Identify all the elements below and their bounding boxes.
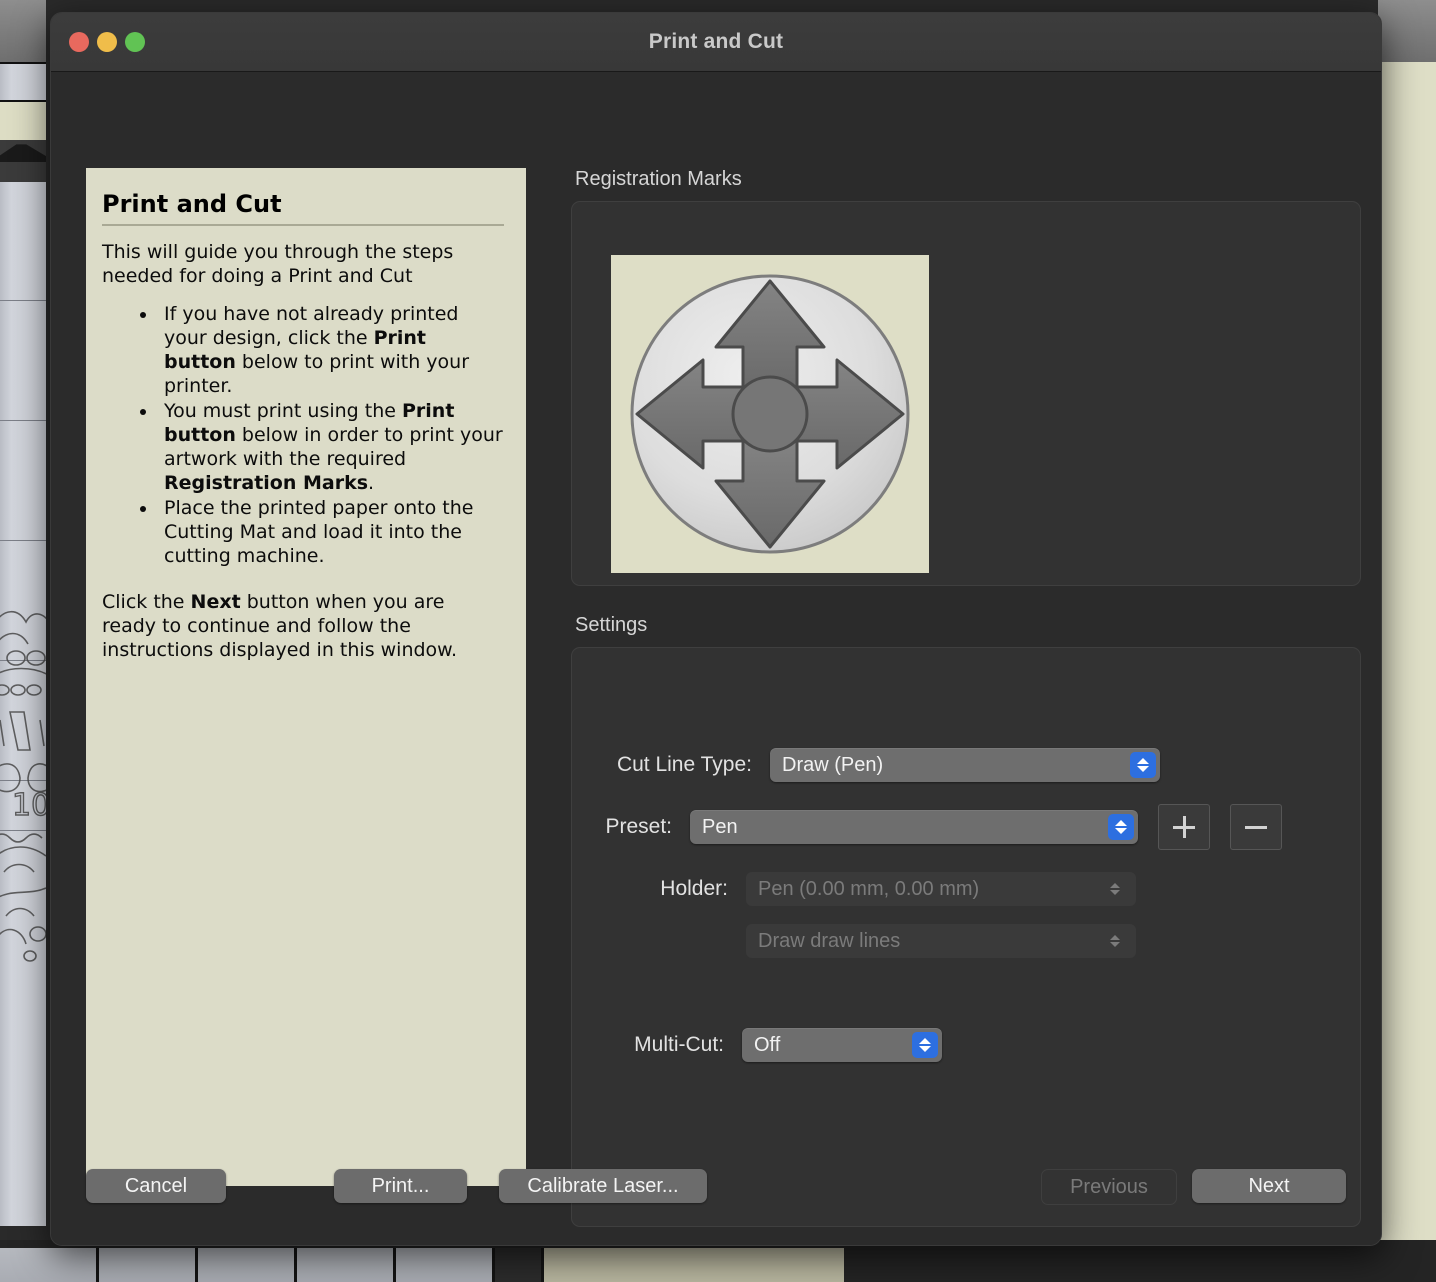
multi-cut-value: Off [754,1033,781,1056]
chevron-updown-icon [1102,876,1128,902]
preset-select[interactable]: Pen [690,810,1138,844]
instructions-panel: Print and Cut This will guide you throug… [86,168,526,1186]
line-mode-row: Draw draw lines [572,924,1360,958]
dpad-registration-mark-preview [611,255,929,573]
line-mode-select: Draw draw lines [746,924,1136,958]
background-gridline [0,300,46,301]
list-item: If you have not already printed your des… [158,302,504,398]
chevron-updown-icon [1102,928,1128,954]
dialog-titlebar: Print and Cut [51,13,1381,72]
registration-marks-group [571,201,1361,586]
settings-label: Settings [575,614,648,636]
cut-line-type-label: Cut Line Type: [616,753,752,776]
background-toolbar-cell [396,1248,495,1282]
chevron-updown-icon[interactable] [1130,752,1156,778]
background-toolbar-cells [0,1248,844,1282]
background-artwork: 10 [0,600,46,970]
background-gridline [0,540,46,541]
cut-line-type-select[interactable]: Draw (Pen) [770,748,1160,782]
background-toolbar-cell [495,1248,544,1282]
calibrate-laser-button[interactable]: Calibrate Laser... [499,1169,707,1203]
line-mode-value: Draw draw lines [758,929,901,952]
instructions-intro: This will guide you through the steps ne… [102,241,454,287]
cut-line-type-value: Draw (Pen) [782,753,884,776]
remove-preset-button[interactable] [1230,804,1282,850]
multi-cut-row: Multi-Cut: Off [572,1028,1360,1062]
background-ruler-right [1378,0,1436,64]
next-button[interactable]: Next [1192,1169,1346,1203]
holder-row: Holder: Pen (0.00 mm, 0.00 mm) [572,872,1360,906]
list-item: You must print using the Print button be… [158,399,504,495]
window-controls [69,32,145,52]
plus-icon [1173,816,1195,838]
background-toolbar-cell [544,1248,844,1282]
minimize-window-icon[interactable] [97,32,117,52]
dialog-body: Print and Cut This will guide you throug… [51,72,1381,1245]
print-and-cut-dialog: Print and Cut Print and Cut This will gu… [50,12,1382,1246]
close-window-icon[interactable] [69,32,89,52]
multi-cut-select[interactable]: Off [742,1028,942,1062]
background-ruler [0,0,46,64]
preset-value: Pen [702,815,738,838]
registration-marks-label: Registration Marks [575,168,742,190]
holder-value: Pen (0.00 mm, 0.00 mm) [758,877,980,900]
background-dark-band [0,140,46,182]
holder-select: Pen (0.00 mm, 0.00 mm) [746,872,1136,906]
maximize-window-icon[interactable] [125,32,145,52]
dialog-button-bar: Cancel Print... Calibrate Laser... Previ… [51,1157,1381,1245]
list-item: Place the printed paper onto the Cutting… [158,496,504,568]
print-button[interactable]: Print... [334,1169,467,1203]
background-toolbar [0,1240,1436,1282]
multi-cut-label: Multi-Cut: [634,1033,724,1056]
add-preset-button[interactable] [1158,804,1210,850]
right-column: Registration Marks Settings Cut Line Typ… [571,168,1361,1245]
cancel-button[interactable]: Cancel [86,1169,226,1203]
background-toolbar-cell [0,1248,99,1282]
background-gridline [0,420,46,421]
instructions-divider [102,224,504,226]
settings-group: Cut Line Type: Draw (Pen) Preset: Pen Ho… [571,647,1361,1227]
background-canvas-left: 10 [0,0,46,1226]
background-toolbar-cell [99,1248,198,1282]
minus-icon [1245,816,1267,838]
cut-line-type-row: Cut Line Type: Draw (Pen) [572,748,1360,782]
chevron-updown-icon[interactable] [912,1032,938,1058]
svg-text:10: 10 [12,788,46,823]
background-toolbar-cell [297,1248,396,1282]
holder-label: Holder: [660,877,728,900]
instructions-outro: Click the Next button when you are ready… [102,591,458,661]
chevron-updown-icon[interactable] [1108,814,1134,840]
previous-button: Previous [1041,1169,1177,1205]
preset-label: Preset: [605,815,672,838]
preset-row: Preset: Pen [572,804,1360,850]
background-canvas-right [1376,62,1436,1282]
window-title: Print and Cut [648,30,784,53]
background-toolbar-cell [198,1248,297,1282]
background-cream-band [0,100,46,142]
instructions-bullet-list: If you have not already printed your des… [102,302,504,568]
instructions-title: Print and Cut [102,190,282,218]
